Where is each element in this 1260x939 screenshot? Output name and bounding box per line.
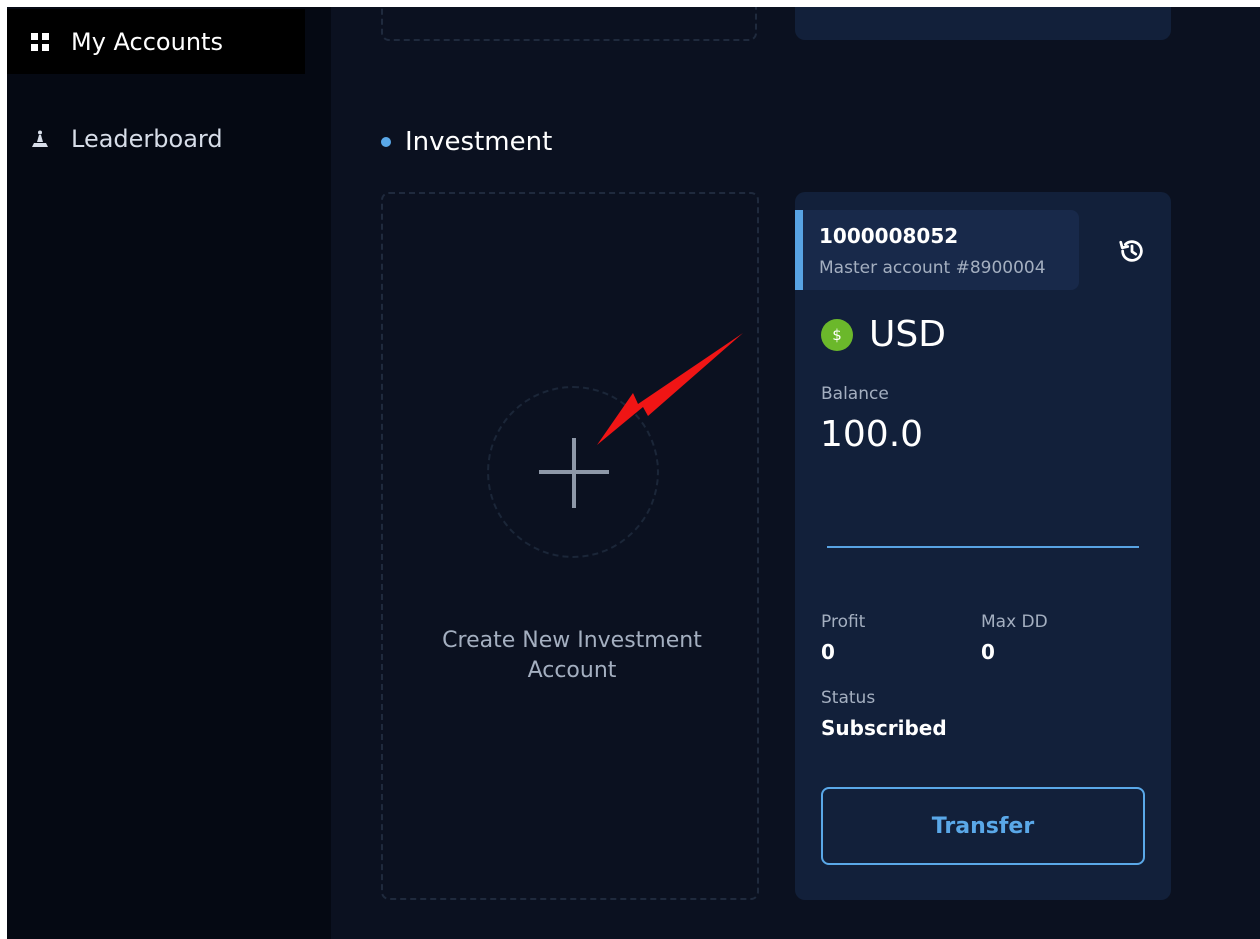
sidebar-item-label: Leaderboard [71, 124, 223, 153]
sidebar-item-my-accounts[interactable]: My Accounts [7, 9, 305, 74]
sidebar-item-label: My Accounts [71, 27, 223, 56]
podium-icon [29, 128, 51, 150]
annotation-arrow-icon [597, 333, 743, 445]
main-content: Investment Create New Investment Account… [331, 7, 1260, 939]
sidebar-item-leaderboard[interactable]: Leaderboard [7, 106, 305, 171]
sidebar: My Accounts Leaderboard [7, 7, 331, 939]
app-window: My Accounts Leaderboard Investment Creat… [7, 7, 1260, 939]
grid-icon [29, 31, 51, 53]
